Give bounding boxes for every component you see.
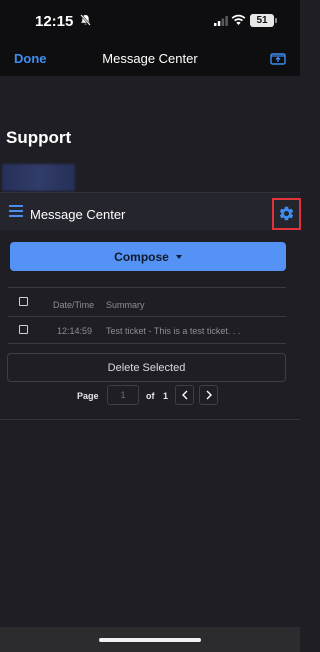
status-bar: 12:15 51 bbox=[0, 0, 300, 42]
table-divider bbox=[8, 343, 286, 344]
nav-bar: Done Message Center bbox=[0, 42, 300, 76]
table-divider bbox=[8, 316, 286, 317]
page-title: Support bbox=[6, 128, 72, 147]
signal-icon bbox=[214, 16, 228, 26]
of-label: of bbox=[146, 391, 155, 401]
caret-down-icon bbox=[175, 254, 182, 259]
column-header-date-time: Date/Time bbox=[53, 300, 95, 310]
compose-button[interactable]: Compose bbox=[10, 242, 286, 271]
prev-page-button[interactable] bbox=[175, 385, 194, 405]
hamburger-icon[interactable] bbox=[9, 205, 23, 217]
delete-selected-button[interactable]: Delete Selected bbox=[7, 353, 286, 382]
select-all-checkbox[interactable] bbox=[19, 297, 28, 306]
table-divider bbox=[8, 287, 286, 288]
home-indicator[interactable] bbox=[99, 638, 201, 642]
battery-icon: 51 bbox=[250, 14, 277, 27]
divider bbox=[0, 419, 300, 420]
chevron-right-icon bbox=[206, 390, 212, 400]
wifi-icon bbox=[231, 14, 246, 25]
message-center-header: Message Center bbox=[0, 193, 300, 230]
page-number-input[interactable]: 1 bbox=[107, 385, 139, 405]
row-summary: Test ticket - This is a test ticket. . . bbox=[106, 326, 241, 336]
chevron-left-icon bbox=[181, 390, 187, 400]
page-label: Page bbox=[77, 391, 99, 401]
screen: 12:15 51 Done Message Center Support Mes… bbox=[0, 0, 301, 652]
row-checkbox[interactable] bbox=[19, 325, 28, 334]
total-pages: 1 bbox=[163, 391, 169, 401]
blurred-image bbox=[2, 164, 75, 191]
gear-icon[interactable] bbox=[278, 205, 295, 222]
message-center-title: Message Center bbox=[30, 207, 126, 222]
status-time: 12:15 bbox=[35, 13, 74, 30]
bell-slash-icon bbox=[80, 14, 91, 26]
nav-title: Message Center bbox=[102, 51, 198, 66]
row-time: 12:14:59 bbox=[57, 326, 93, 336]
compose-label: Compose bbox=[114, 249, 169, 264]
column-header-summary: Summary bbox=[106, 300, 145, 310]
share-icon[interactable] bbox=[270, 51, 286, 65]
next-page-button[interactable] bbox=[199, 385, 218, 405]
